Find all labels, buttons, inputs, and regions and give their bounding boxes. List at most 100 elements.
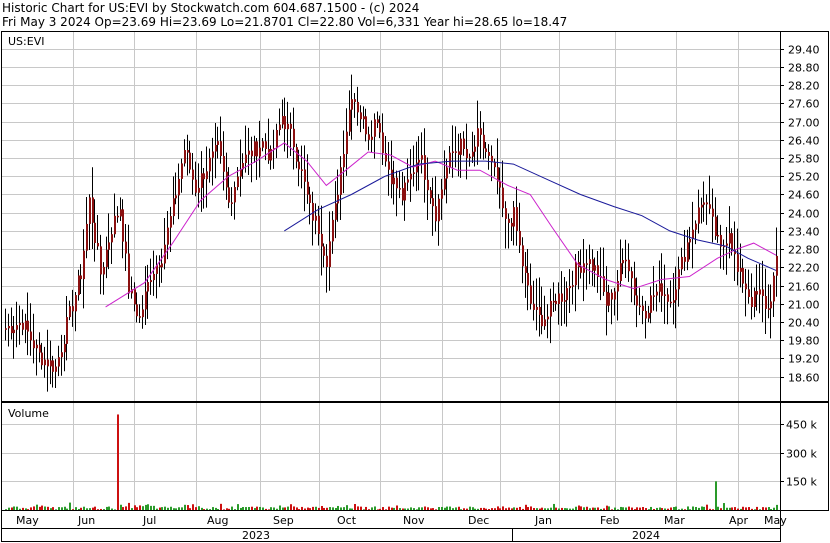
ohlc-bar [578,251,580,290]
moving-average-long [284,160,777,271]
ohlc-bar [712,188,714,243]
volume-bar [307,507,309,510]
volume-bar [723,503,725,510]
price-tick-label: 27.00 [788,117,820,130]
ohlc-bar [681,247,683,276]
volume-bar [340,507,342,510]
price-tick-label: 23.40 [788,226,820,239]
volume-bar [519,506,521,510]
ohlc-bar [209,148,211,183]
volume-bar [499,508,501,510]
price-tick-label: 28.80 [788,62,820,75]
ohlc-bar [505,201,507,249]
ohlc-bar [639,287,641,316]
ohlc-bar [407,158,409,191]
ohlc-bar [349,90,351,136]
ohlc-bar [164,217,166,270]
ohlc-bar [270,145,272,170]
volume-bar [198,506,200,510]
ohlc-bar [469,153,471,167]
volume-bar [689,509,691,510]
ohlc-bar [664,264,666,324]
volume-bar [368,509,370,510]
ohlc-bar [494,158,496,177]
volume-bar [692,506,694,510]
volume-bar [276,508,278,510]
ohlc-bar [27,292,29,356]
volume-bar [223,509,225,510]
volume-bar [695,506,697,510]
volume-bar [720,508,722,510]
ohlc-bar [52,355,54,388]
ohlc-bar [75,291,77,332]
ohlc-bar [488,144,490,170]
volume-bar [583,507,585,510]
ohlc-bar [768,284,770,319]
ohlc-bar [19,305,21,345]
ohlc-bar [756,264,758,311]
price-tick-label: 20.40 [788,317,820,330]
volume-bar [52,507,54,510]
volume-bar [309,508,311,510]
ohlc-bar [430,187,432,204]
volume-bar [586,506,588,510]
volume-bar [597,507,599,510]
ohlc-bar [343,130,345,194]
ohlc-bar [449,145,451,174]
ohlc-bar [100,234,102,295]
volume-bar [360,506,362,510]
volume-bar [175,508,177,510]
ohlc-bar [321,205,323,276]
ohlc-bar [332,211,334,254]
ohlc-bar [142,295,144,329]
ohlc-bar [625,239,627,278]
volume-bar [416,509,418,510]
volume-bar [645,508,647,510]
ohlc-bar [212,137,214,186]
volume-bar [134,505,136,510]
ohlc-bar [5,308,7,341]
ohlc-bar [120,197,122,222]
volume-bar [217,509,219,510]
month-label: Jul [142,514,156,527]
ohlc-bar [39,332,41,363]
volume-bar [312,506,314,510]
volume-bar [61,507,63,510]
ohlc-bar [525,251,527,298]
ohlc-bar [466,123,468,180]
ohlc-bar [226,152,228,200]
ohlc-bar [541,286,543,335]
volume-bar [729,507,731,510]
ohlc-bar [561,271,563,326]
volume-bar [80,507,82,510]
ohlc-bar [770,284,772,339]
ohlc-bar [759,263,761,314]
volume-bar [206,508,208,510]
volume-bar [89,508,91,510]
volume-bar [553,503,555,510]
volume-bar [44,506,46,510]
ohlc-bar [477,100,479,165]
volume-bar [589,508,591,510]
ohlc-bar [530,263,532,310]
volume-bar [513,507,515,510]
volume-bar [421,507,423,510]
volume-bar [64,506,66,510]
ohlc-bar [61,334,63,376]
volume-bar [631,507,633,510]
ohlc-bar [636,277,638,328]
price-tick-label: 19.80 [788,335,820,348]
ohlc-bar [145,266,147,326]
volume-bar [363,509,365,510]
ohlc-bar [108,213,110,270]
ohlc-bar [427,157,429,220]
ohlc-bar [432,177,434,236]
ohlc-bar [667,288,669,325]
volume-bar [248,506,250,510]
volume-bar [678,509,680,510]
ohlc-bar [617,270,619,321]
volume-bar [770,509,772,510]
price-tick-label: 21.00 [788,299,820,312]
ohlc-bar [564,277,566,324]
year-label: 2024 [632,529,660,542]
